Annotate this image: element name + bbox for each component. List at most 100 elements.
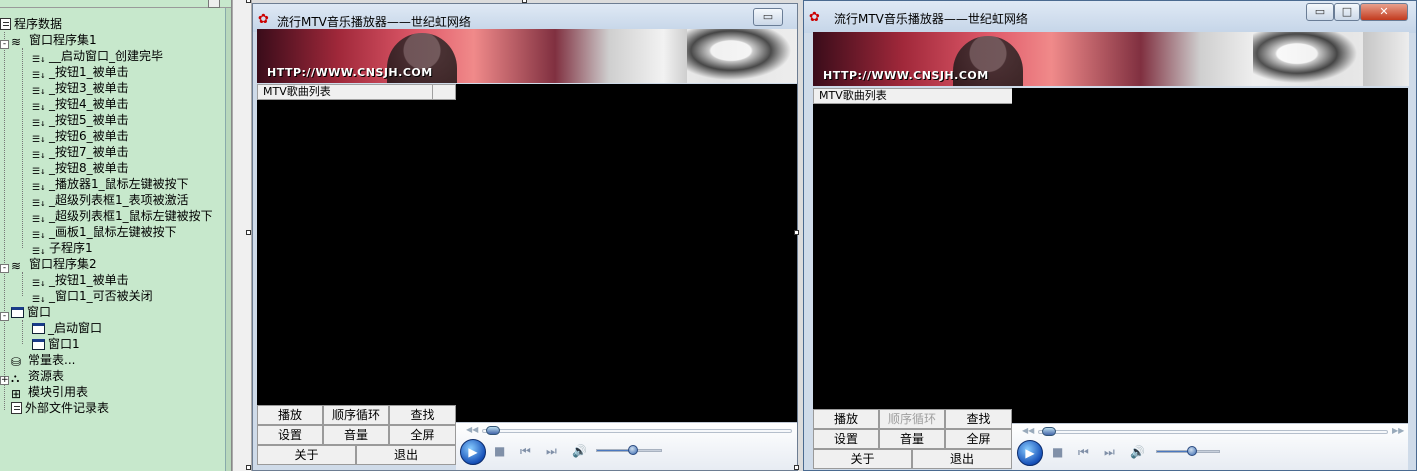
seek-thumb[interactable] bbox=[1042, 427, 1056, 436]
player-window-design[interactable]: ✿ 流行MTV音乐播放器——世纪虹网络 ▭ HTTP://WWW.CNSJH.C… bbox=[252, 3, 798, 471]
play-icon[interactable]: ▶ bbox=[1017, 440, 1043, 466]
titlebar[interactable]: ✿ 流行MTV音乐播放器——世纪虹网络 ▭ □ ✕ bbox=[804, 1, 1416, 33]
find-button[interactable]: 查找 bbox=[945, 409, 1012, 429]
find-button[interactable]: 查找 bbox=[389, 405, 456, 425]
volume-slider[interactable] bbox=[1156, 446, 1220, 456]
song-list-header[interactable]: MTV歌曲列表 bbox=[813, 88, 1012, 104]
previous-icon[interactable]: ⏮ bbox=[520, 444, 531, 458]
tree-item[interactable]: ☰↓ _窗口1_可否被关闭 bbox=[18, 288, 153, 305]
volume-slider[interactable] bbox=[596, 445, 662, 455]
next-icon[interactable]: ⏭ bbox=[1104, 445, 1115, 459]
video-area[interactable] bbox=[1012, 88, 1408, 423]
loop-button[interactable]: 顺序循环 bbox=[323, 405, 389, 425]
window-title: 流行MTV音乐播放器——世纪虹网络 bbox=[277, 15, 471, 29]
tree-item[interactable]: + ⛬ 资源表 bbox=[0, 368, 64, 385]
seek-bar[interactable] bbox=[1038, 430, 1388, 434]
tree-item[interactable]: 窗口1 bbox=[18, 336, 80, 352]
settings-button[interactable]: 设置 bbox=[257, 425, 323, 445]
song-list[interactable] bbox=[257, 100, 456, 405]
song-list-header-label: MTV歌曲列表 bbox=[263, 85, 331, 98]
window-icon bbox=[32, 339, 45, 350]
resize-handle[interactable] bbox=[794, 230, 799, 235]
player-window-runtime[interactable]: ✿ 流行MTV音乐播放器——世纪虹网络 ▭ □ ✕ HTTP://WWW.CNS… bbox=[803, 0, 1417, 471]
collapse-icon[interactable]: - bbox=[0, 312, 9, 321]
tree-item[interactable]: - 窗口 bbox=[0, 304, 51, 321]
tree-item[interactable]: ☰↓ _按钮5_被单击 bbox=[18, 112, 129, 129]
settings-button[interactable]: 设置 bbox=[813, 429, 879, 449]
banner-url: HTTP://WWW.CNSJH.COM bbox=[823, 69, 989, 82]
about-button[interactable]: 关于 bbox=[813, 449, 912, 469]
control-buttons: 播放 顺序循环 查找 设置 音量 全屏 关于 退出 bbox=[257, 405, 456, 465]
volume-fill bbox=[597, 450, 633, 451]
app-icon: ✿ bbox=[258, 12, 269, 27]
tree-item[interactable]: ☰↓ _超级列表框1_鼠标左键被按下 bbox=[18, 208, 213, 225]
tree-item[interactable]: ☰↓ _按钮3_被单击 bbox=[18, 80, 129, 97]
control-buttons: 播放 顺序循环 查找 设置 音量 全屏 关于 退出 bbox=[813, 409, 1012, 469]
video-area[interactable] bbox=[456, 84, 797, 422]
tree-item[interactable]: _启动窗口 bbox=[18, 320, 102, 336]
seek-thumb[interactable] bbox=[486, 426, 500, 435]
banner-url: HTTP://WWW.CNSJH.COM bbox=[267, 66, 433, 79]
volume-button[interactable]: 音量 bbox=[879, 429, 945, 449]
volume-thumb[interactable] bbox=[1187, 446, 1198, 456]
collapse-icon[interactable]: - bbox=[0, 40, 9, 49]
tree-item[interactable]: ☰↓ _按钮6_被单击 bbox=[18, 128, 129, 145]
tree-item[interactable]: - ≋ 窗口程序集2 bbox=[0, 256, 97, 273]
volume-thumb[interactable] bbox=[628, 445, 639, 455]
splitter-left[interactable] bbox=[232, 0, 252, 471]
minimize-button[interactable]: ▭ bbox=[1306, 3, 1334, 21]
resize-handle[interactable] bbox=[246, 230, 251, 235]
banner-portrait-icon bbox=[1253, 32, 1363, 86]
tree-top-button[interactable] bbox=[208, 0, 220, 8]
tree-item[interactable]: ☰↓ _播放器1_鼠标左键被按下 bbox=[18, 176, 189, 193]
seek-bar[interactable] bbox=[482, 429, 792, 433]
speaker-icon[interactable]: 🔊 bbox=[572, 444, 587, 458]
tree-item[interactable]: ☰↓ _按钮1_被单击 bbox=[18, 64, 129, 81]
volume-button[interactable]: 音量 bbox=[323, 425, 389, 445]
tree-item[interactable]: ☰↓ _超级列表框1_表项被激活 bbox=[18, 192, 189, 209]
about-button[interactable]: 关于 bbox=[257, 445, 356, 465]
resize-handle[interactable] bbox=[794, 465, 799, 470]
next-icon[interactable]: ⏭ bbox=[546, 444, 557, 458]
resize-handle[interactable] bbox=[246, 465, 251, 470]
titlebar[interactable]: ✿ 流行MTV音乐播放器——世纪虹网络 ▭ bbox=[253, 4, 797, 32]
tree-item[interactable]: - ≋ 窗口程序集1 bbox=[0, 32, 97, 49]
speaker-icon[interactable]: 🔊 bbox=[1130, 445, 1145, 459]
media-player-controls: ◀◀ ▶▶ ▶ ■ ⏮ ⏭ 🔊 bbox=[1012, 423, 1408, 470]
tree-scrollbar[interactable] bbox=[225, 8, 231, 471]
tree-item[interactable]: ⊞ 模块引用表 bbox=[0, 384, 88, 401]
resize-handle[interactable] bbox=[246, 0, 251, 3]
fullscreen-button[interactable]: 全屏 bbox=[945, 429, 1012, 449]
minimize-button[interactable]: ▭ bbox=[753, 8, 783, 26]
maximize-button[interactable]: □ bbox=[1334, 3, 1360, 21]
stop-icon[interactable]: ■ bbox=[494, 444, 505, 458]
window-icon bbox=[32, 323, 45, 334]
column-separator bbox=[432, 85, 433, 99]
collapse-icon[interactable]: - bbox=[0, 264, 9, 273]
stop-icon[interactable]: ■ bbox=[1052, 445, 1063, 459]
close-button[interactable]: ✕ bbox=[1360, 3, 1408, 21]
loop-button[interactable]: 顺序循环 bbox=[879, 409, 945, 429]
exit-button[interactable]: 退出 bbox=[356, 445, 456, 465]
fullscreen-button[interactable]: 全屏 bbox=[389, 425, 456, 445]
play-icon[interactable]: ▶ bbox=[460, 439, 486, 465]
previous-icon[interactable]: ⏮ bbox=[1078, 445, 1089, 459]
tree-item[interactable]: ☰↓ _按钮8_被单击 bbox=[18, 160, 129, 177]
tree-item[interactable]: ☰↓ _画板1_鼠标左键被按下 bbox=[18, 224, 177, 241]
play-button[interactable]: 播放 bbox=[813, 409, 879, 429]
exit-button[interactable]: 退出 bbox=[912, 449, 1012, 469]
tree-item[interactable]: ☰↓ _按钮4_被单击 bbox=[18, 96, 129, 113]
play-button[interactable]: 播放 bbox=[257, 405, 323, 425]
tree-item[interactable]: ☰↓ 子程序1 bbox=[18, 240, 93, 257]
tree-item[interactable]: ⛁ 常量表... bbox=[0, 352, 75, 369]
window-icon bbox=[11, 307, 24, 318]
tree-item[interactable]: ☰↓ _按钮7_被单击 bbox=[18, 144, 129, 161]
stack-icon: ≋ bbox=[11, 259, 22, 273]
tree-root[interactable]: 程序数据 bbox=[0, 16, 62, 32]
rewind-small-icon: ◀◀ bbox=[466, 425, 479, 434]
song-list[interactable] bbox=[813, 104, 1012, 409]
song-list-header[interactable]: MTV歌曲列表 bbox=[257, 84, 456, 100]
tree-item[interactable]: ☰↓ _按钮1_被单击 bbox=[18, 272, 129, 289]
tree-item[interactable]: ☰↓ __启动窗口_创建完毕 bbox=[18, 48, 163, 65]
tree-item[interactable]: 外部文件记录表 bbox=[0, 400, 109, 416]
